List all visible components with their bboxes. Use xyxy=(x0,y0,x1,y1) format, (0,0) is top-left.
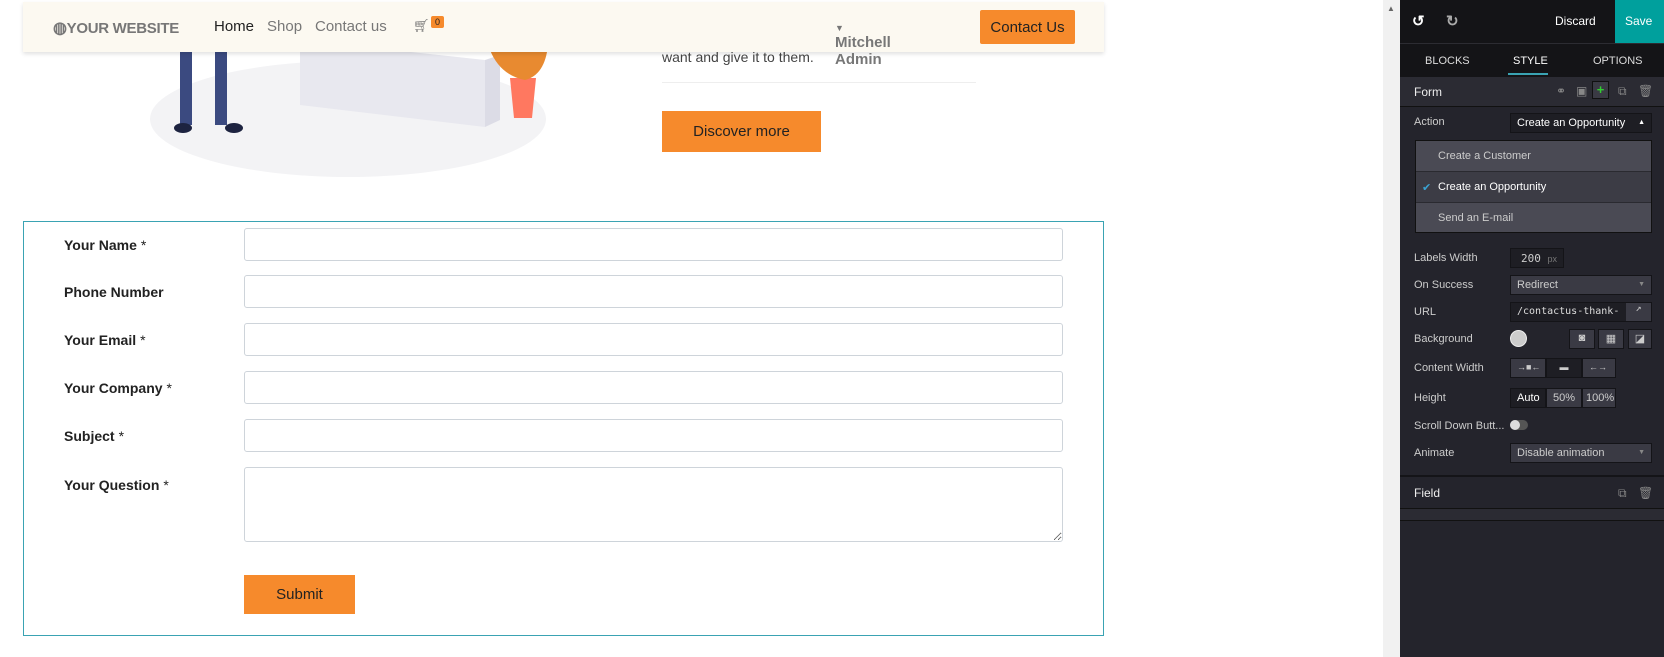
tab-style[interactable]: STYLE xyxy=(1513,55,1548,67)
duplicate-icon[interactable]: ⧉ xyxy=(1618,84,1627,99)
height-auto[interactable]: Auto xyxy=(1510,388,1546,408)
film-icon: ▦ xyxy=(1605,333,1617,345)
content-width-full[interactable]: ←→ xyxy=(1582,358,1616,378)
trash-icon[interactable]: 🗑︎ xyxy=(1638,486,1653,500)
divider xyxy=(662,82,976,83)
your-question-textarea[interactable] xyxy=(244,467,1063,542)
label-phone-number: Phone Number xyxy=(64,284,164,300)
animate-select[interactable]: Disable animation ▼ xyxy=(1510,443,1652,463)
labels-width-input[interactable]: 200 px xyxy=(1510,248,1564,268)
undo-icon[interactable]: ↺ xyxy=(1412,12,1425,30)
submit-button[interactable]: Submit xyxy=(244,575,355,614)
editor-topbar: ↺ ↻ Discard Save xyxy=(1400,0,1664,43)
contact-form: Your Name * Phone Number Your Email * Your… xyxy=(23,221,1104,636)
logo[interactable]: ◍YOUR WEBSITE xyxy=(53,18,179,38)
scrollbar[interactable]: ▲ xyxy=(1383,0,1400,657)
cart-icon[interactable]: 🛒︎ xyxy=(413,18,430,34)
save-button[interactable]: Save xyxy=(1615,0,1664,43)
label-your-question: Your Question * xyxy=(64,477,169,493)
nav-home[interactable]: Home xyxy=(214,18,254,35)
height-100[interactable]: 100% xyxy=(1582,388,1616,408)
trash-icon[interactable]: 🗑︎ xyxy=(1638,84,1653,98)
scroll-up-icon[interactable]: ▲ xyxy=(1387,4,1395,13)
form-section-header: Form ⚭ ▣ + ⧉ 🗑︎ xyxy=(1400,77,1664,107)
action-select[interactable]: Create an Opportunity ▲ xyxy=(1510,113,1652,133)
active-tab-indicator xyxy=(1508,73,1548,75)
external-link-icon[interactable]: ↗ xyxy=(1626,303,1651,321)
label-your-email: Your Email * xyxy=(64,332,146,348)
action-dropdown: Create a Customer ✔ Create an Opportunity… xyxy=(1415,140,1652,233)
nav-contact[interactable]: Contact us xyxy=(315,18,387,35)
discover-more-button[interactable]: Discover more xyxy=(662,111,821,152)
redo-icon[interactable]: ↻ xyxy=(1446,12,1459,30)
on-success-select[interactable]: Redirect ▼ xyxy=(1510,275,1652,295)
caret-up-icon: ▲ xyxy=(1638,119,1645,126)
duplicate-icon[interactable]: ⧉ xyxy=(1618,486,1627,501)
add-icon[interactable]: + xyxy=(1592,81,1609,99)
your-company-input[interactable] xyxy=(244,371,1063,404)
url-input[interactable]: /contactus-thank- ↗ xyxy=(1510,302,1652,322)
content-width-small[interactable]: →■← xyxy=(1510,358,1546,378)
cart-badge: 0 xyxy=(431,16,445,28)
bg-image-button[interactable]: ◙ xyxy=(1569,329,1595,349)
option-create-opportunity[interactable]: ✔ Create an Opportunity xyxy=(1416,172,1651,203)
shape-icon: ◪ xyxy=(1634,333,1646,345)
your-email-input[interactable] xyxy=(244,323,1063,356)
subject-input[interactable] xyxy=(244,419,1063,452)
phone-number-input[interactable] xyxy=(244,275,1063,308)
label-your-company: Your Company * xyxy=(64,380,172,396)
field-section-body xyxy=(1400,509,1664,521)
label-your-name: Your Name * xyxy=(64,237,147,253)
contact-us-button[interactable]: Contact Us xyxy=(980,10,1075,44)
option-send-email[interactable]: Send an E-mail xyxy=(1416,203,1651,234)
content-width-regular[interactable]: ▬ xyxy=(1546,358,1582,378)
editor-panel: ↺ ↻ Discard Save BLOCKS STYLE OPTIONS Fo… xyxy=(1400,0,1664,657)
discard-button[interactable]: Discard xyxy=(1555,14,1596,28)
user-menu[interactable]: Mitchell Admin ▼ xyxy=(835,18,891,68)
navbar: ◍YOUR WEBSITE Home Shop Contact us 🛒︎ 0 … xyxy=(23,2,1104,68)
your-name-input[interactable] xyxy=(244,228,1063,261)
label-subject: Subject * xyxy=(64,428,125,444)
tab-options[interactable]: OPTIONS xyxy=(1593,55,1643,67)
save-icon[interactable]: ▣ xyxy=(1576,84,1587,98)
check-icon: ✔ xyxy=(1422,182,1432,194)
nav-shop[interactable]: Shop xyxy=(267,18,302,35)
scroll-down-toggle[interactable] xyxy=(1510,420,1528,430)
camera-icon: ◙ xyxy=(1578,332,1586,344)
bg-shape-button[interactable]: ◪ xyxy=(1628,329,1652,349)
link-icon[interactable]: ⚭ xyxy=(1556,84,1566,98)
option-create-customer[interactable]: Create a Customer xyxy=(1416,141,1651,172)
tab-blocks[interactable]: BLOCKS xyxy=(1425,55,1470,67)
height-50[interactable]: 50% xyxy=(1546,388,1582,408)
globe-icon: ◍ xyxy=(53,20,67,37)
bg-video-button[interactable]: ▦ xyxy=(1598,329,1624,349)
background-color-swatch[interactable] xyxy=(1510,330,1527,347)
caret-down-icon: ▼ xyxy=(835,23,844,33)
field-section-header: Field ⧉ 🗑︎ xyxy=(1400,477,1664,509)
